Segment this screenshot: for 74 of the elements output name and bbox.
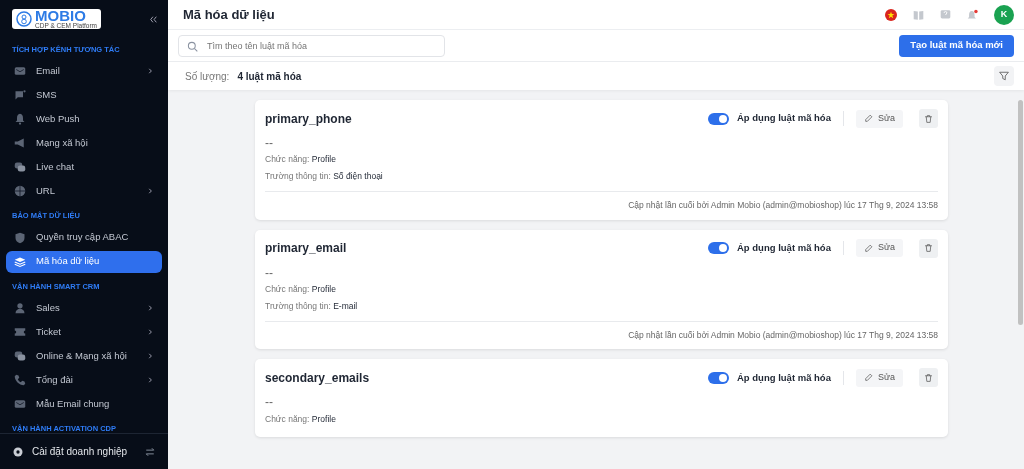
toggle-switch[interactable] bbox=[708, 242, 729, 255]
filter-icon bbox=[999, 71, 1009, 81]
rule-name: primary_phone bbox=[265, 110, 353, 128]
envelope-icon bbox=[14, 65, 26, 78]
edit-button[interactable]: Sửa bbox=[855, 368, 903, 387]
toggle-switch[interactable] bbox=[708, 371, 729, 384]
function-info: Chức năng: Profile bbox=[265, 153, 337, 167]
edit-button[interactable]: Sửa bbox=[855, 239, 903, 258]
trash-icon bbox=[924, 243, 933, 254]
sidebar-item[interactable]: Web Push bbox=[6, 108, 162, 131]
person-icon bbox=[14, 301, 26, 314]
function-info: Chức năng: Profile bbox=[265, 283, 337, 296]
toggle-label: Áp dụng luật mã hóa bbox=[737, 370, 844, 385]
logo-name: MOBIO bbox=[35, 8, 86, 24]
description: -- bbox=[265, 395, 274, 410]
trash-icon bbox=[924, 372, 933, 383]
rule-name: secondary_emails bbox=[265, 369, 371, 387]
rule-name: primary_email bbox=[265, 240, 348, 258]
sidebar-item[interactable]: Live chat bbox=[6, 156, 162, 179]
delete-button[interactable] bbox=[919, 238, 938, 258]
sidebar-item[interactable]: Quyền truy cập ABAC bbox=[6, 226, 162, 249]
sidebar-item[interactable]: Sales bbox=[6, 296, 162, 319]
pencil-icon bbox=[863, 114, 873, 123]
field-info: Trường thông tin: E-mail bbox=[265, 299, 359, 313]
updated-info: Cập nhật lần cuối bởi Admin Mobio (admin@mobioshop) lúc 17 Thg 9, 2024 13:58 bbox=[265, 190, 938, 212]
globe-icon bbox=[14, 185, 26, 198]
chat-icon bbox=[14, 349, 26, 362]
sidebar-item[interactable]: Mạng xã hội bbox=[6, 132, 162, 155]
gear-icon bbox=[12, 445, 24, 458]
count-value: 4 luật mã hóa bbox=[237, 69, 302, 84]
ticket-icon bbox=[14, 325, 26, 338]
create-button[interactable]: Tạo luật mã hóa mới bbox=[899, 34, 1014, 57]
envelope-icon bbox=[14, 397, 26, 410]
delete-button[interactable] bbox=[919, 109, 938, 128]
logo-icon bbox=[16, 11, 32, 27]
switch-icon[interactable] bbox=[144, 446, 156, 457]
sidebar-item[interactable]: Ticket bbox=[6, 320, 162, 343]
settings-link[interactable]: Cài đặt doanh nghiệp bbox=[32, 444, 136, 459]
search-field[interactable]: Tìm theo tên luật mã hóa bbox=[178, 34, 445, 57]
message-icon bbox=[14, 89, 26, 102]
delete-button[interactable] bbox=[919, 368, 938, 388]
description: -- bbox=[265, 136, 274, 151]
sidebar-item[interactable]: Mã hóa dữ liệu bbox=[6, 250, 162, 273]
sidebar-item[interactable]: Mẫu Email chung bbox=[6, 392, 162, 415]
pencil-icon bbox=[863, 243, 873, 253]
bell-icon bbox=[14, 113, 26, 126]
pencil-icon bbox=[863, 373, 873, 383]
collapse-icon[interactable] bbox=[149, 14, 158, 24]
filter-button[interactable] bbox=[994, 66, 1014, 86]
chat-icon bbox=[14, 161, 26, 174]
phone-icon bbox=[14, 373, 26, 386]
updated-info: Cập nhật lần cuối bởi Admin Mobio (admin@mobioshop) lúc 17 Thg 9, 2024 13:58 bbox=[265, 320, 938, 342]
search-icon bbox=[187, 40, 198, 52]
function-info: Chức năng: Profile bbox=[265, 412, 337, 426]
layers-icon bbox=[14, 255, 26, 268]
flag-icon[interactable] bbox=[885, 8, 897, 21]
toggle-label: Áp dụng luật mã hóa bbox=[737, 111, 844, 126]
sidebar-item[interactable]: Tổng đài bbox=[6, 368, 162, 391]
sidebar-item[interactable]: Email bbox=[6, 60, 162, 83]
edit-button[interactable]: Sửa bbox=[855, 109, 903, 128]
sidebar-item[interactable]: Online & Mạng xã hội bbox=[6, 344, 162, 367]
count-label: Số lượng: bbox=[185, 69, 230, 84]
page-title: Mã hóa dữ liệu bbox=[183, 5, 276, 24]
field-info: Trường thông tin: Số điện thoại bbox=[265, 170, 384, 183]
scrollbar[interactable] bbox=[1017, 100, 1023, 325]
sidebar-item[interactable]: URL bbox=[6, 180, 162, 203]
megaphone-icon bbox=[14, 137, 26, 150]
bell-icon[interactable] bbox=[967, 8, 978, 21]
trash-icon bbox=[924, 113, 933, 124]
toggle-label: Áp dụng luật mã hóa bbox=[737, 241, 844, 256]
sidebar-item[interactable]: SMS bbox=[6, 84, 162, 107]
toggle-switch[interactable] bbox=[708, 112, 729, 125]
description: -- bbox=[265, 265, 274, 281]
shield-icon bbox=[14, 231, 26, 244]
